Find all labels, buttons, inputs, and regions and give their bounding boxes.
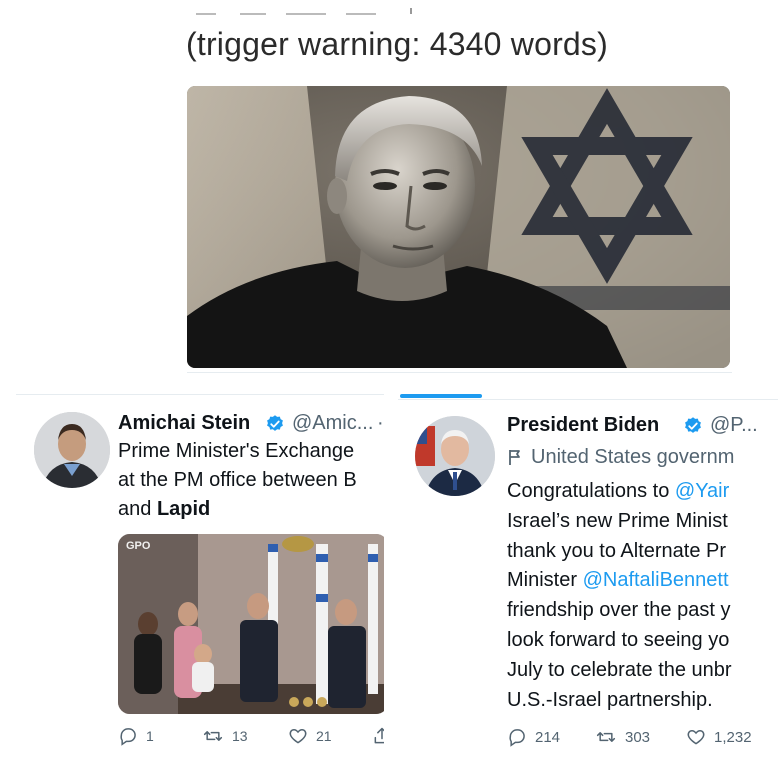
reply-icon — [509, 729, 525, 747]
tweet-text-line: Congratulations to @Yair — [507, 480, 729, 503]
tweet-text-line: thank you to Alternate Pr — [507, 540, 727, 562]
tweet-text-fragment: Congratulations to — [507, 480, 675, 502]
tweet-text-line: at the PM office between B — [118, 469, 357, 491]
mention-link[interactable]: @Yair — [675, 480, 729, 502]
tweet-text-line: Israel’s new Prime Minist — [507, 510, 728, 532]
like-count: 21 — [316, 728, 332, 744]
tweet-text-bold: Lapid — [156, 498, 211, 520]
separator-dot: · — [377, 412, 384, 434]
author-name[interactable]: President Biden — [507, 414, 659, 437]
tweet-text-fragment: and — [118, 498, 157, 520]
media-watermark: GPO — [126, 540, 151, 552]
author-name[interactable]: Amichai Stein — [118, 412, 250, 435]
retweet-button[interactable]: 13 — [202, 726, 248, 746]
flag-icon — [509, 450, 520, 465]
share-icon — [374, 727, 384, 744]
retweet-count: 13 — [232, 728, 248, 744]
like-button[interactable]: 1,232 — [686, 727, 752, 747]
tweet-text-line: and Lapid — [118, 498, 210, 521]
tweet-text-line: U.S.-Israel partnership. — [507, 689, 713, 711]
reply-button[interactable]: 1 — [118, 726, 154, 746]
tweet-text-line: Prime Minister's Exchange — [118, 440, 355, 462]
cropped-text-remnant — [196, 8, 412, 15]
article-hero-image[interactable] — [187, 86, 730, 368]
heart-icon — [687, 729, 705, 745]
share-button[interactable] — [372, 726, 384, 746]
tweet-text-line: Minister @NaftaliBennett — [507, 569, 729, 592]
verified-badge-icon — [267, 415, 283, 431]
like-button[interactable]: 21 — [288, 726, 332, 746]
tweet-amichai-stein[interactable]: Amichai Stein @Amic... · Prime Minister'… — [16, 394, 384, 779]
mention-link[interactable]: @NaftaliBennett — [583, 569, 729, 591]
retweet-count: 303 — [625, 728, 651, 746]
active-tab-indicator — [400, 394, 482, 398]
verified-badge-icon — [685, 417, 701, 433]
avatar[interactable] — [34, 412, 110, 488]
retweet-button[interactable]: 303 — [595, 727, 650, 747]
heart-icon — [289, 728, 307, 744]
author-handle[interactable]: @P... — [710, 414, 758, 437]
government-label: United States governm — [531, 446, 735, 468]
tweet-text-line: friendship over the past y — [507, 599, 731, 621]
reply-count: 214 — [535, 728, 561, 746]
reply-count: 1 — [146, 728, 154, 744]
reply-icon — [120, 728, 136, 746]
tweet-president-biden[interactable]: President Biden @P... United States gove… — [398, 399, 778, 779]
avatar[interactable] — [415, 416, 495, 496]
retweet-icon — [203, 731, 223, 741]
tweet-media-photo[interactable]: GPO — [118, 534, 384, 714]
retweet-icon — [596, 732, 616, 742]
author-handle[interactable]: @Amic... — [292, 412, 373, 435]
article-caption: (trigger warning: 4340 words) — [186, 26, 608, 62]
tweet-text-line: July to celebrate the unbr — [507, 659, 732, 681]
reply-button[interactable]: 214 — [507, 727, 560, 747]
like-count: 1,232 — [714, 728, 752, 746]
tweet-text-line: look forward to seeing yo — [507, 629, 730, 651]
tweet-text-fragment: Minister — [507, 569, 583, 591]
divider — [187, 372, 732, 373]
